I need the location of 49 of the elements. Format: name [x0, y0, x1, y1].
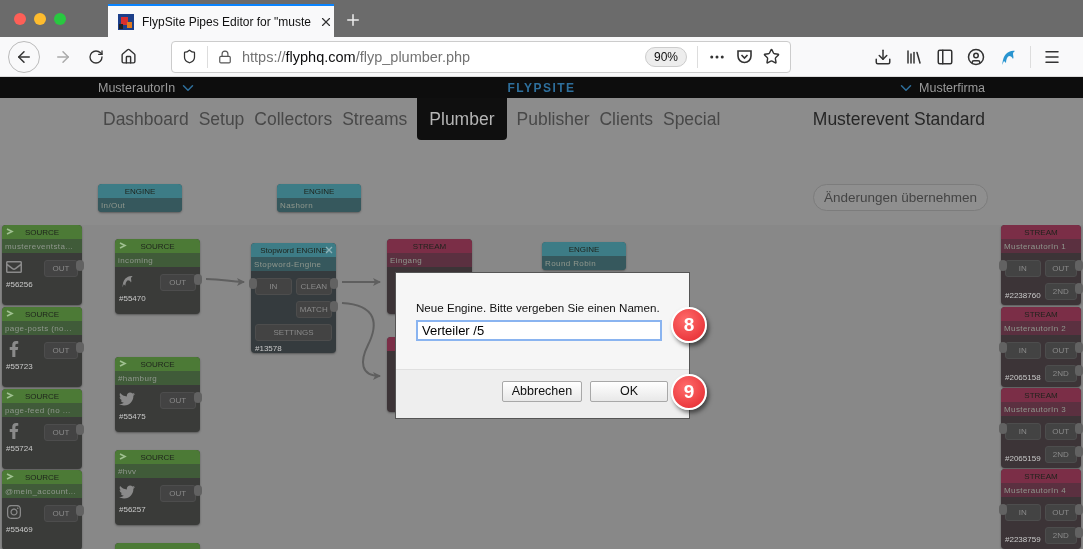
node-title: SOURCE — [24, 391, 60, 401]
node-id: #55475 — [119, 412, 147, 421]
node-name: mustereventsta... — [2, 239, 82, 253]
node-title: Stopword ENGINE — [260, 245, 327, 255]
node-id: #13578 — [255, 344, 283, 353]
node-id: #2065158 — [1005, 373, 1041, 382]
node-name: page-posts (no... — [2, 321, 82, 335]
node-title: SOURCE — [24, 309, 60, 319]
node-title: STREAM — [412, 241, 447, 251]
logo: FLYPSITE — [507, 80, 576, 95]
tab-title: FlypSite Pipes Editor for "muste — [142, 14, 311, 29]
node-name: MusterautorIn 4 — [1001, 483, 1081, 497]
node-id: #56257 — [119, 505, 147, 514]
node-name: Nashorn — [277, 198, 361, 212]
node-name: #hamburg — [115, 371, 200, 385]
node-title: STREAM — [1024, 471, 1058, 481]
node-title: SOURCE — [140, 452, 175, 462]
node-id: #2238760 — [1005, 291, 1041, 300]
node-title: SOURCE — [140, 359, 175, 369]
node-title: SOURCE — [140, 241, 175, 251]
node-id: #55723 — [6, 362, 34, 371]
node-name: Round Robin — [542, 256, 626, 270]
node-id: #2238759 — [1005, 535, 1041, 544]
node-title: SOURCE — [24, 227, 60, 237]
node-id: #55470 — [119, 294, 147, 303]
node-title: ENGINE — [303, 186, 335, 196]
node-name: MusterautorIn 2 — [1001, 321, 1081, 335]
dialog-message: Neue Engine. Bitte vergeben Sie einen Namen. — [416, 301, 660, 314]
node-title: STREAM — [1024, 390, 1058, 400]
node-title: STREAM — [1024, 227, 1058, 237]
node-title: ENGINE — [568, 244, 600, 254]
node-name: MusterautorIn 1 — [1001, 239, 1081, 253]
node-name: In/Out — [98, 198, 182, 212]
node-name: Eingang — [387, 253, 472, 267]
node-id: #55724 — [6, 444, 34, 453]
node-name: @mein_account... — [2, 484, 82, 498]
node-title: ENGINE — [124, 186, 156, 196]
node-title: STREAM — [1024, 309, 1058, 319]
event-name: Musterevent Standard — [812, 108, 985, 130]
node-id: #55469 — [6, 525, 34, 534]
node-name: MusterautorIn 3 — [1001, 402, 1081, 416]
node-name: incoming — [115, 253, 200, 267]
node-id: #2065159 — [1005, 454, 1041, 463]
node-name: #hvv — [115, 464, 200, 478]
url-text: https://flyphq.com/flyp_plumber.php — [242, 48, 472, 65]
node-id: #56256 — [6, 280, 34, 289]
node-name: Stopword-Engine — [251, 257, 336, 271]
node-name: page-feed (no ... — [2, 403, 82, 417]
node-title: SOURCE — [24, 472, 60, 482]
